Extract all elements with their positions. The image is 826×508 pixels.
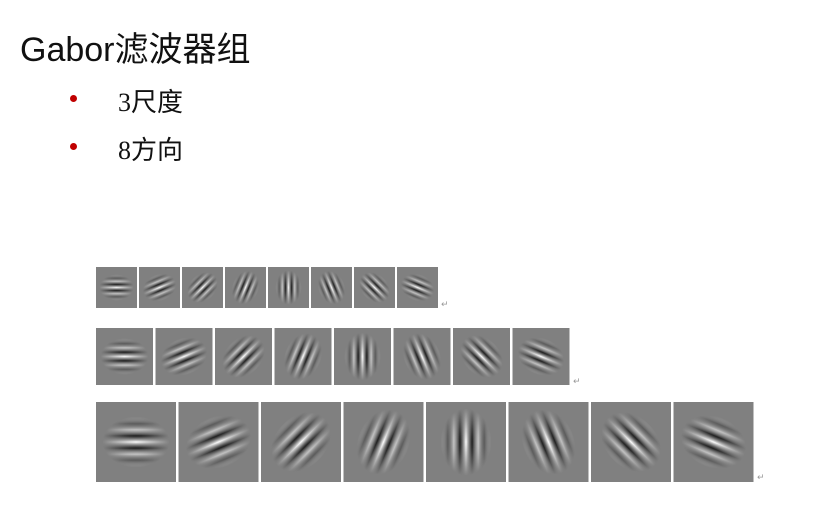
filter-row-scale-3 (96, 402, 754, 482)
gabor-filter-tile (265, 328, 341, 385)
gabor-filter-tile (426, 402, 506, 482)
gabor-filter-tile (390, 267, 438, 308)
bullet-dot-icon (70, 143, 77, 150)
return-mark: ↵ (757, 473, 765, 483)
bullet-text: 8方向 (118, 136, 184, 165)
slide-title: Gabor滤波器组 (20, 31, 251, 69)
return-mark: ↵ (573, 377, 581, 387)
bullet-text: 3尺度 (118, 88, 184, 117)
gabor-filter-tile (218, 267, 273, 308)
gabor-filter-tile (173, 267, 232, 308)
gabor-stripes (96, 402, 176, 482)
gabor-filter-tile (345, 267, 404, 308)
gabor-filter-tile (203, 328, 284, 385)
gabor-stripes (96, 267, 137, 308)
gabor-filter-tile (334, 328, 391, 385)
gabor-filter-tile (96, 328, 153, 385)
gabor-filter-tile (96, 267, 137, 308)
gabor-filter-tile (331, 402, 436, 482)
gabor-filter-tile (441, 328, 522, 385)
gabor-filter-tile (268, 267, 309, 308)
gabor-stripes (96, 328, 153, 385)
gabor-stripes (426, 402, 506, 482)
filter-row-scale-2 (96, 328, 570, 385)
gabor-stripes (268, 267, 309, 308)
return-mark: ↵ (441, 300, 449, 310)
gabor-stripes (334, 328, 391, 385)
filter-row-scale-1 (96, 267, 438, 308)
gabor-filter-tile (96, 402, 176, 482)
gabor-filter-tile (661, 402, 754, 482)
gabor-filter-tile (503, 328, 570, 385)
bullet-dot-icon (70, 95, 77, 102)
